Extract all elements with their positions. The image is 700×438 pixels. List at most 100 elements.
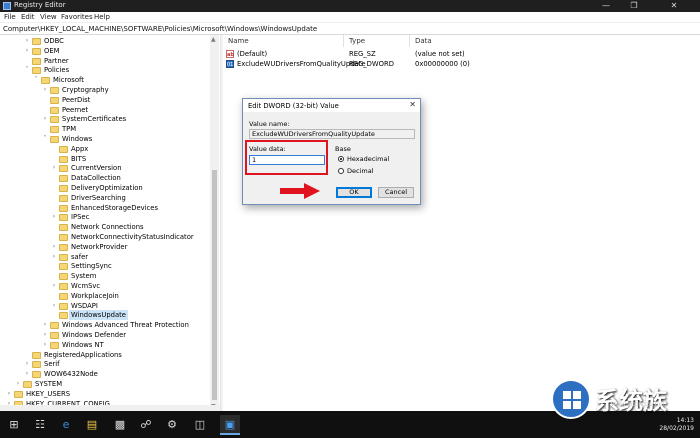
address-bar[interactable]: Computer\HKEY_LOCAL_MACHINE\SOFTWARE\Pol… bbox=[0, 23, 700, 35]
collapse-chevron-icon[interactable]: ˅ bbox=[42, 134, 48, 144]
folder-icon bbox=[14, 390, 23, 398]
expand-chevron-icon bbox=[51, 222, 57, 232]
expand-chevron-icon[interactable]: › bbox=[15, 379, 21, 389]
folder-icon bbox=[59, 155, 68, 163]
task-view-icon[interactable]: ☷ bbox=[30, 415, 50, 435]
registry-tree[interactable]: › ODBC › OEM Partner ˅ Policies ˅ Microsoft › Cryp… bbox=[0, 35, 220, 411]
radio-unselected-icon[interactable] bbox=[338, 168, 344, 174]
menu-bar: File Edit View Favorites Help bbox=[0, 12, 700, 23]
folder-icon bbox=[59, 145, 68, 153]
value-row[interactable]: 01 ExcludeWUDriversFromQualityUpdate REG… bbox=[223, 59, 700, 69]
folder-icon bbox=[50, 126, 59, 134]
registry-editor-icon[interactable]: ▣ bbox=[220, 415, 240, 435]
menu-help[interactable]: Help bbox=[94, 13, 110, 21]
column-header-data[interactable]: Data bbox=[415, 37, 432, 45]
expand-chevron-icon[interactable]: › bbox=[24, 369, 30, 379]
expand-chevron-icon[interactable]: › bbox=[24, 36, 30, 46]
ok-button[interactable]: OK bbox=[336, 187, 372, 198]
expand-chevron-icon[interactable]: › bbox=[42, 320, 48, 330]
expand-chevron-icon[interactable]: › bbox=[24, 359, 30, 369]
expand-chevron-icon[interactable]: › bbox=[51, 281, 57, 291]
expand-chevron-icon[interactable]: › bbox=[51, 242, 57, 252]
expand-chevron-icon bbox=[51, 271, 57, 281]
value-name-label: Value name: bbox=[249, 120, 290, 128]
menu-edit[interactable]: Edit bbox=[21, 13, 35, 21]
title-bar: Registry Editor — ❐ ✕ bbox=[0, 0, 700, 12]
column-divider[interactable] bbox=[409, 35, 410, 47]
menu-view[interactable]: View bbox=[40, 13, 57, 21]
maximize-button[interactable]: ❐ bbox=[620, 0, 648, 12]
store-icon[interactable]: ◫ bbox=[190, 415, 210, 435]
cancel-button[interactable]: Cancel bbox=[378, 187, 414, 198]
expand-chevron-icon[interactable]: › bbox=[24, 46, 30, 56]
registry-editor-app-icon bbox=[3, 2, 11, 10]
folder-icon bbox=[50, 322, 59, 330]
start-icon[interactable]: ⊞ bbox=[4, 415, 24, 435]
folder-icon bbox=[32, 47, 41, 55]
folder-icon bbox=[59, 175, 68, 183]
tree-vertical-scrollbar[interactable]: ▲ ▼ bbox=[210, 35, 219, 411]
expand-chevron-icon bbox=[51, 203, 57, 213]
expand-chevron-icon[interactable]: › bbox=[42, 330, 48, 340]
expand-chevron-icon[interactable]: › bbox=[51, 252, 57, 262]
folder-icon bbox=[59, 234, 68, 241]
column-header-name[interactable]: Name bbox=[228, 37, 249, 45]
expand-chevron-icon[interactable]: › bbox=[42, 114, 48, 124]
menu-file[interactable]: File bbox=[4, 13, 16, 21]
tree-node-label: WOW6432Node bbox=[44, 370, 98, 379]
tree-node-label: Microsoft bbox=[53, 76, 84, 85]
folder-icon bbox=[59, 292, 68, 300]
column-header-type[interactable]: Type bbox=[349, 37, 365, 45]
dialog-close-icon[interactable]: ✕ bbox=[409, 100, 416, 109]
network-icon[interactable]: ☍ bbox=[136, 415, 156, 435]
scroll-up-icon[interactable]: ▲ bbox=[211, 36, 216, 43]
red-arrow-icon bbox=[280, 183, 320, 199]
close-button[interactable]: ✕ bbox=[648, 0, 700, 12]
tree-node-label: ODBC bbox=[44, 37, 64, 45]
maximize-icon: ❐ bbox=[630, 1, 638, 10]
value-row[interactable]: ab (Default) REG_SZ (value not set) bbox=[223, 49, 700, 59]
folder-icon bbox=[32, 361, 41, 369]
minimize-button[interactable]: — bbox=[592, 0, 620, 12]
folder-icon bbox=[50, 341, 59, 349]
folder-icon bbox=[32, 57, 41, 65]
highlight-box bbox=[245, 140, 328, 175]
tree-node-label: EnhancedStorageDevices bbox=[71, 203, 158, 212]
tree-node-label: NetworkConnectivityStatusIndicator bbox=[71, 233, 194, 241]
folder-icon bbox=[32, 351, 41, 359]
file-explorer-icon[interactable]: ▤ bbox=[82, 415, 102, 435]
settings-icon[interactable]: ⚙ bbox=[162, 415, 182, 435]
radio-selected-icon[interactable] bbox=[338, 156, 344, 162]
scrollbar-thumb[interactable] bbox=[212, 170, 217, 400]
expand-chevron-icon[interactable]: › bbox=[6, 389, 12, 399]
folder-icon bbox=[50, 332, 59, 339]
tree-node-label: SYSTEM bbox=[35, 380, 63, 388]
terminal-icon[interactable]: ▩ bbox=[110, 415, 130, 435]
radio-label: Decimal bbox=[347, 167, 374, 175]
expand-chevron-icon[interactable]: › bbox=[42, 340, 48, 350]
tree-node-label: NetworkProvider bbox=[71, 242, 128, 251]
window-title: Registry Editor bbox=[14, 1, 66, 9]
column-divider[interactable] bbox=[343, 35, 344, 47]
collapse-chevron-icon[interactable]: ˅ bbox=[33, 75, 39, 85]
close-icon: ✕ bbox=[670, 1, 678, 10]
registry-path[interactable]: Computer\HKEY_LOCAL_MACHINE\SOFTWARE\Pol… bbox=[3, 25, 317, 33]
expand-chevron-icon[interactable]: › bbox=[51, 301, 57, 311]
tree-node-label: PeerDist bbox=[62, 95, 91, 104]
expand-chevron-icon[interactable]: › bbox=[51, 212, 57, 222]
tray-clock[interactable]: 14:13 28/02/2019 bbox=[659, 417, 694, 433]
value-type: REG_DWORD bbox=[349, 60, 394, 68]
expand-chevron-icon bbox=[51, 173, 57, 183]
menu-favorites[interactable]: Favorites bbox=[61, 13, 93, 21]
folder-icon bbox=[32, 371, 41, 379]
tree-node-label: WcmSvc bbox=[71, 282, 101, 290]
tree-node-label: HKEY_USERS bbox=[26, 389, 71, 398]
edge-icon[interactable]: e bbox=[56, 415, 76, 435]
tree-node-label: OEM bbox=[44, 46, 60, 55]
minimize-icon: — bbox=[602, 1, 610, 10]
collapse-chevron-icon[interactable]: ˅ bbox=[24, 65, 30, 75]
expand-chevron-icon[interactable]: › bbox=[42, 85, 48, 95]
expand-chevron-icon[interactable]: › bbox=[51, 163, 57, 173]
value-type: REG_SZ bbox=[349, 50, 376, 58]
folder-icon bbox=[50, 136, 59, 143]
